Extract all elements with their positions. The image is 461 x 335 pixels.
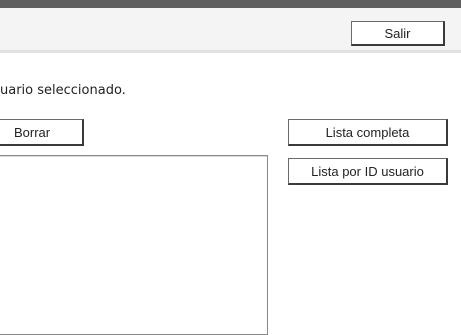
full-list-button[interactable]: Lista completa (288, 119, 448, 146)
top-bar (0, 0, 461, 8)
delete-button[interactable]: Borrar (0, 119, 84, 146)
list-by-user-id-button[interactable]: Lista por ID usuario (288, 158, 448, 185)
status-message: uario seleccionado. (0, 83, 126, 98)
header-divider (0, 50, 461, 53)
user-list-box[interactable] (0, 155, 268, 335)
user-list-content (0, 156, 267, 334)
exit-button[interactable]: Salir (351, 21, 445, 46)
